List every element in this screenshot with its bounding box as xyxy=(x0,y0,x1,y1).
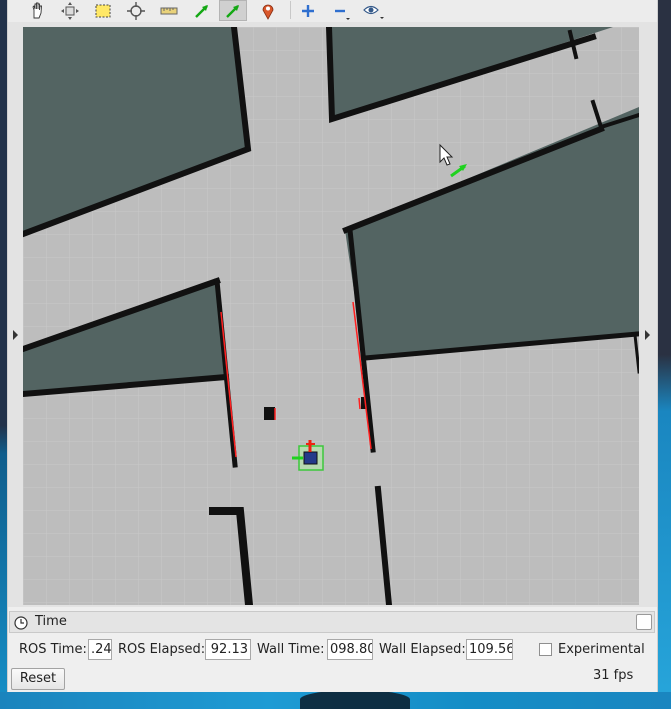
view-eye-icon xyxy=(363,5,384,19)
move-camera-icon xyxy=(61,1,79,20)
wall-elapsed-field[interactable]: 109.56 xyxy=(466,639,513,660)
measure-icon xyxy=(160,7,178,14)
desktop-background-shape xyxy=(300,690,410,709)
add-tool-button[interactable] xyxy=(294,0,322,21)
experimental-checkbox[interactable] xyxy=(539,643,552,656)
measure-tool-button[interactable] xyxy=(155,0,183,21)
panel-float-button[interactable] xyxy=(636,614,652,630)
collapse-left-panel-arrow[interactable] xyxy=(13,330,18,340)
2d-nav-goal-icon xyxy=(226,4,239,18)
move-camera-tool-button[interactable] xyxy=(56,0,84,21)
add-tool-icon xyxy=(302,4,314,17)
pose-estimate-tool-button[interactable] xyxy=(188,0,216,21)
select-icon xyxy=(95,4,111,17)
experimental-label: Experimental xyxy=(558,642,645,657)
desktop-background xyxy=(656,0,671,709)
publish-point-icon xyxy=(262,4,274,20)
render-panel[interactable] xyxy=(8,22,657,630)
clock-icon xyxy=(14,616,28,630)
interact-hand-icon xyxy=(32,2,42,18)
ros-elapsed-label: ROS Elapsed: xyxy=(118,642,206,657)
desktop-background xyxy=(0,0,7,709)
wall-time-field[interactable]: 098.80 xyxy=(327,639,373,660)
time-panel-header: Time xyxy=(9,611,655,633)
reset-button[interactable]: Reset xyxy=(11,668,65,690)
time-panel: Time ROS Time: .24 ROS Elapsed: 92.13 Wa… xyxy=(8,611,657,692)
obstacle xyxy=(264,407,275,420)
rviz-window: Time ROS Time: .24 ROS Elapsed: 92.13 Wa… xyxy=(7,0,658,692)
view-menu-button[interactable] xyxy=(360,0,388,21)
toolbar-separator xyxy=(290,1,291,19)
ros-time-field[interactable]: .24 xyxy=(88,639,112,660)
nav-goal-tool-button[interactable] xyxy=(219,0,247,21)
wall-elapsed-label: Wall Elapsed: xyxy=(379,642,466,657)
publish-point-tool-button[interactable] xyxy=(254,0,282,21)
map-view[interactable] xyxy=(23,27,639,605)
focus-camera-tool-button[interactable] xyxy=(122,0,150,21)
remove-tool-button[interactable] xyxy=(327,0,355,21)
interact-tool-button[interactable] xyxy=(23,0,51,21)
2d-pose-estimate-icon xyxy=(195,4,208,18)
wall-time-label: Wall Time: xyxy=(257,642,325,657)
laser-scan xyxy=(358,397,361,410)
ros-elapsed-field[interactable]: 92.13 xyxy=(205,639,251,660)
panel-title: Time xyxy=(35,614,67,629)
collapse-right-panel-arrow[interactable] xyxy=(645,330,650,340)
select-tool-button[interactable] xyxy=(89,0,117,21)
fps-readout: 31 fps xyxy=(593,668,634,683)
focus-camera-icon xyxy=(127,1,145,20)
ros-time-label: ROS Time: xyxy=(19,642,87,657)
tools-toolbar xyxy=(8,0,657,22)
remove-tool-icon xyxy=(335,9,350,20)
